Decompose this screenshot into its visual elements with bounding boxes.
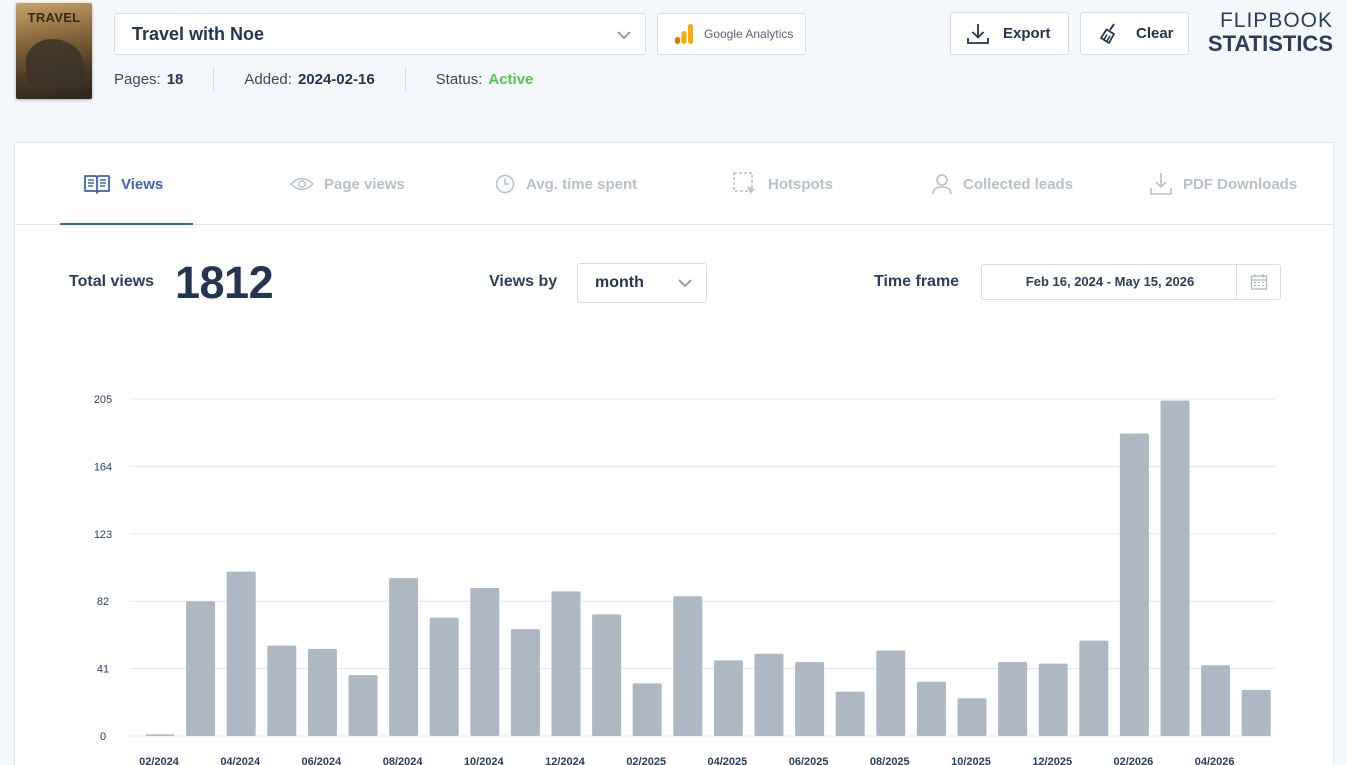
bar-01/2025[interactable]: [592, 614, 622, 736]
x-tick-label: 04/2025: [708, 756, 748, 765]
clear-label: Clear: [1136, 25, 1174, 42]
x-tick-label: 06/2025: [789, 756, 829, 765]
bar-03/2024[interactable]: [186, 601, 216, 736]
bar-11/2024[interactable]: [510, 629, 540, 736]
x-tick-label: 10/2025: [951, 756, 991, 765]
bar-07/2024[interactable]: [348, 675, 378, 736]
pages-info: Pages: 18: [114, 71, 183, 88]
x-tick-label: 08/2024: [383, 756, 424, 765]
flipbook-name: Travel with Noe: [132, 23, 265, 44]
statistics-panel: Views Page views Avg. time spent Hotspot…: [14, 142, 1334, 765]
status-info: Status: Active: [436, 71, 534, 88]
flipbook-statistics-logo: FLIPBOOK STATISTICS: [1208, 10, 1333, 55]
bar-11/2025[interactable]: [998, 662, 1028, 736]
bar-01/2026[interactable]: [1079, 640, 1109, 736]
brand-line2: STATISTICS: [1207, 31, 1333, 56]
google-analytics-label: Google Analytics: [704, 27, 794, 41]
x-tick-label: 04/2024: [220, 756, 261, 765]
export-label: Export: [1003, 25, 1051, 42]
pages-value: 18: [166, 70, 184, 88]
y-tick-label: 0: [100, 731, 106, 743]
views-bar-chart: 0 41 82 123 164 205 02/2024 04/2024 06/2024 08/20…: [94, 394, 1275, 765]
divider: [213, 67, 215, 91]
flipbook-select[interactable]: Travel with Noe: [114, 13, 646, 55]
chevron-down-icon: [617, 31, 631, 40]
bar-02/2026[interactable]: [1119, 433, 1149, 736]
flipbook-meta: Pages: 18 Added: 2024-02-16 Status: Acti…: [114, 67, 533, 91]
bar-02/2024[interactable]: [145, 734, 175, 736]
y-tick-label: 41: [97, 664, 109, 676]
bar-12/2024[interactable]: [551, 591, 581, 736]
bar-03/2026[interactable]: [1160, 400, 1190, 736]
x-tick-label: 10/2024: [464, 756, 505, 765]
bar-09/2024[interactable]: [429, 617, 459, 736]
divider: [404, 67, 406, 91]
bar-12/2025[interactable]: [1038, 663, 1068, 736]
clear-button[interactable]: Clear: [1080, 12, 1189, 55]
bar-05/2025[interactable]: [754, 653, 784, 736]
x-tick-label: 02/2024: [139, 756, 180, 765]
bar-07/2025[interactable]: [835, 691, 865, 736]
added-info: Added: 2024-02-16: [244, 71, 374, 88]
flipbook-cover-thumbnail[interactable]: TRAVEL: [16, 3, 92, 99]
added-label: Added:: [244, 70, 292, 88]
bar-06/2025[interactable]: [795, 662, 825, 736]
bar-08/2025[interactable]: [876, 650, 906, 736]
bar-06/2024[interactable]: [307, 648, 337, 736]
pages-label: Pages:: [114, 70, 161, 88]
bar-03/2025[interactable]: [673, 596, 703, 736]
cover-image: [26, 39, 84, 89]
bar-05/2026[interactable]: [1241, 689, 1271, 736]
x-tick-label: 12/2024: [545, 756, 586, 765]
bar-08/2024[interactable]: [389, 578, 419, 736]
x-tick-label: 08/2025: [870, 756, 910, 765]
bar-09/2025[interactable]: [916, 681, 946, 736]
y-tick-label: 205: [94, 394, 112, 406]
status-label: Status:: [435, 70, 483, 88]
google-analytics-button[interactable]: Google Analytics: [657, 13, 806, 55]
bar-10/2024[interactable]: [470, 588, 500, 736]
y-tick-label: 82: [97, 596, 109, 608]
download-icon: [967, 23, 989, 44]
bar-04/2026[interactable]: [1201, 665, 1231, 736]
x-tick-label: 02/2025: [626, 756, 666, 765]
export-button[interactable]: Export: [950, 12, 1069, 55]
x-tick-label: 12/2025: [1032, 756, 1072, 765]
y-tick-label: 164: [94, 461, 112, 473]
bar-05/2024[interactable]: [267, 645, 297, 736]
x-tick-label: 02/2026: [1114, 756, 1154, 765]
bar-02/2025[interactable]: [632, 683, 662, 736]
bar-10/2025[interactable]: [957, 698, 987, 736]
x-tick-label: 06/2024: [302, 756, 343, 765]
x-tick-label: 04/2026: [1195, 756, 1235, 765]
brand-line1: FLIPBOOK: [1219, 9, 1333, 32]
added-value: 2024-02-16: [297, 70, 375, 88]
cover-title: TRAVEL: [27, 10, 81, 25]
bar-04/2024[interactable]: [226, 571, 256, 736]
google-analytics-icon: [675, 24, 693, 44]
broom-icon: [1100, 22, 1115, 44]
status-badge: Active: [488, 70, 534, 88]
y-tick-label: 123: [94, 529, 112, 541]
bar-04/2025[interactable]: [713, 660, 743, 736]
